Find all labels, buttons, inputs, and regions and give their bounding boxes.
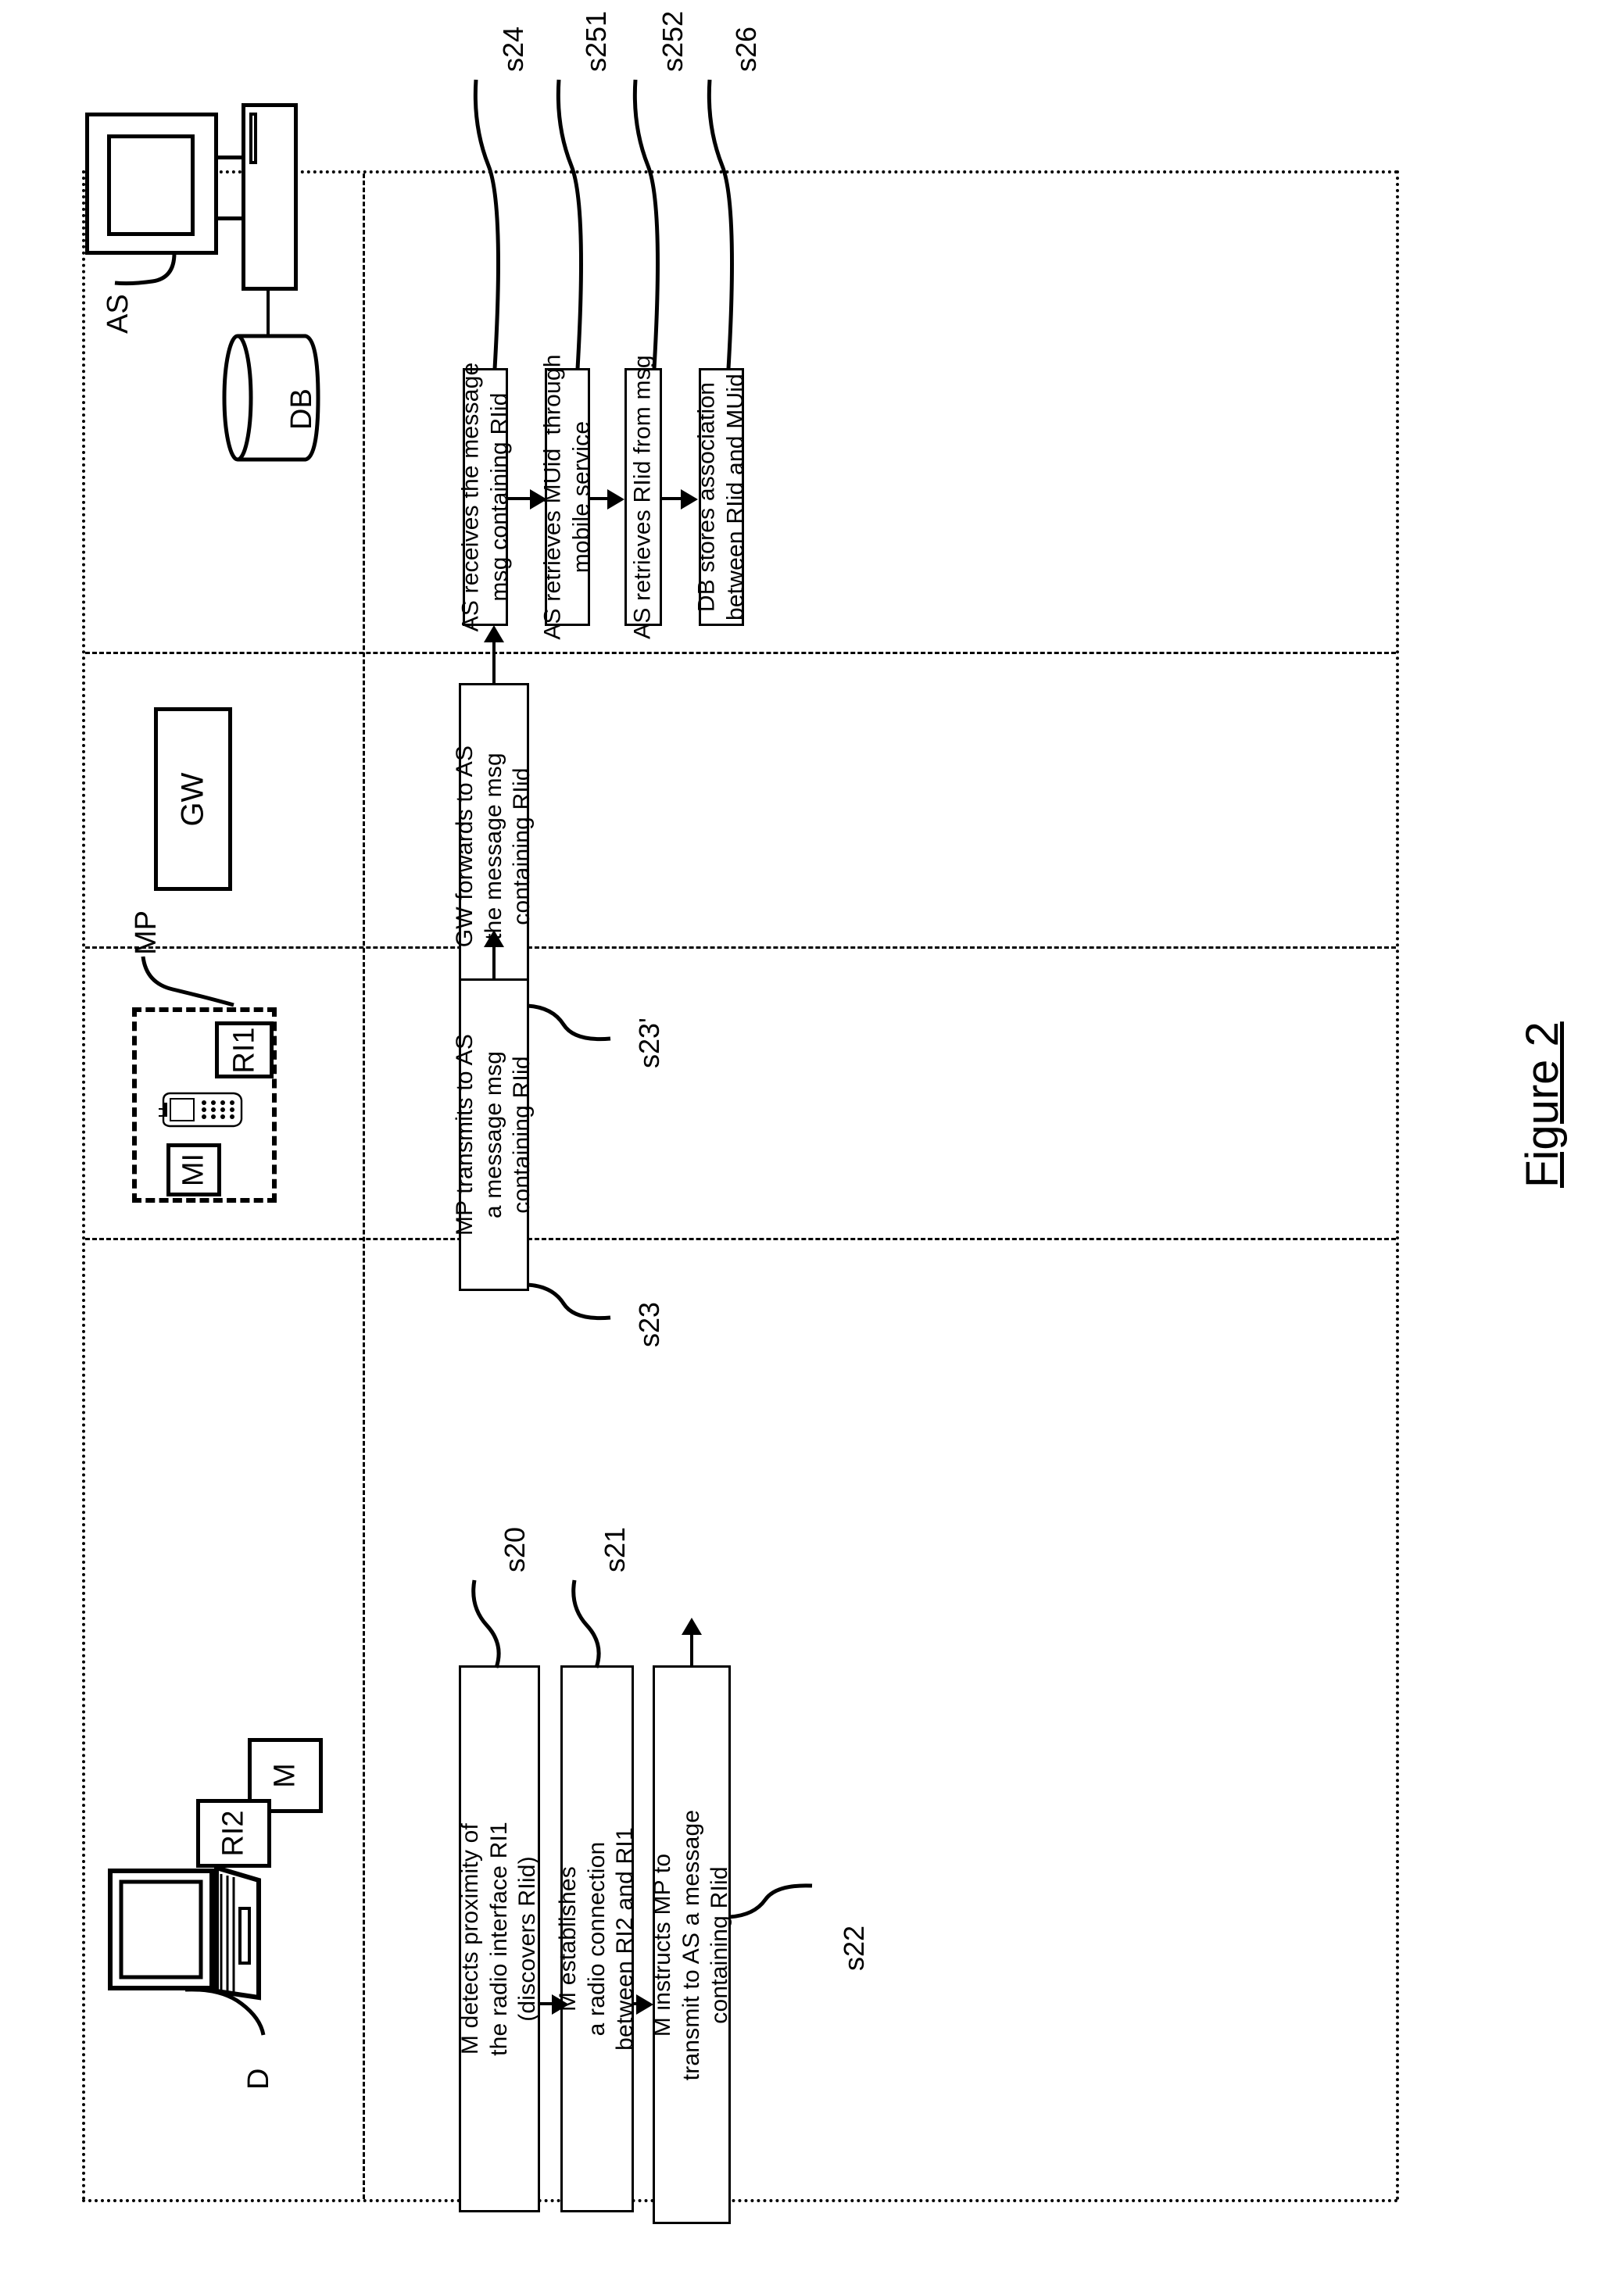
process-box-s21: M establishes a radio connection between…: [555, 1665, 638, 2212]
leader-s24: [471, 79, 518, 370]
column-divider: [363, 173, 365, 2199]
arrow-s22-to-s23-head: [682, 1618, 702, 1635]
process-box-s22-text: M instructs MP to transmit to AS a messa…: [649, 1809, 733, 2080]
process-box-s23: MP transmits to AS a message msg contain…: [452, 978, 535, 1291]
leader-s26: [705, 79, 752, 370]
ri2-label: RI2: [216, 1810, 250, 1857]
ri1-interface-box: RI1: [215, 1021, 274, 1078]
ri1-label: RI1: [227, 1026, 260, 1074]
d-laptop-icon: M RI2 D: [85, 1252, 363, 2090]
leader-s22: [728, 1881, 823, 1936]
gw-label: GW: [175, 772, 210, 826]
ri2-interface-box: RI2: [196, 1799, 271, 1868]
figure-caption: Figure 2: [1517, 1021, 1568, 1188]
process-box-s251-text: AS retrieves MUid through mobile service: [539, 354, 594, 640]
arrow-s251-s252-head: [607, 489, 624, 510]
arrow-s23-to-s23p-head: [484, 930, 504, 947]
ref-label-s252: s252: [657, 10, 689, 72]
monitor-stand: [216, 156, 243, 159]
leader-s251: [554, 79, 601, 370]
leader-s20: [470, 1579, 517, 1670]
ref-label-s23p: s23': [633, 1017, 665, 1068]
ref-label-s22: s22: [838, 1925, 870, 1971]
d-label: D: [242, 2068, 275, 2090]
monitor-screen: [107, 134, 195, 236]
process-box-s22: M instructs MP to transmit to AS a messa…: [649, 1665, 732, 2224]
leader-s23p: [527, 1003, 621, 1059]
arrow-s252-s26-head: [681, 489, 698, 510]
arrow-s24-s251-head: [530, 489, 547, 510]
lane-divider-mp-d: [85, 1238, 1396, 1240]
process-box-s252-text: AS retrieves RIid from msg: [629, 355, 656, 639]
process-box-s20: M detects proximity of the radio interfa…: [457, 1665, 541, 2212]
process-box-s26: DB stores association between RIid and M…: [693, 368, 748, 626]
process-box-s23p-text: GW forwards to AS the message msg contai…: [452, 745, 535, 948]
db-connector-line: [267, 291, 270, 334]
ref-label-s26: s26: [730, 26, 762, 72]
database-cylinder-icon: DB: [202, 330, 339, 467]
arrow-s21-s22-head: [636, 1994, 653, 2015]
process-box-s21-text: M establishes a radio connection between…: [555, 1827, 639, 2051]
mi-module-box: MI: [166, 1143, 221, 1196]
m-label: M: [268, 1763, 302, 1788]
ref-label-s24: s24: [497, 26, 529, 72]
laptop-icon: [102, 1863, 282, 2012]
process-box-s26-text: DB stores association between RIid and M…: [693, 373, 748, 621]
as-workstation-icon: DB AS: [85, 103, 363, 652]
db-label: DB: [285, 388, 318, 430]
figure-frame: DB AS AS receives the message msg contai…: [82, 11, 1399, 2224]
arrow-s251-s252-line: [590, 497, 609, 500]
process-box-s24: AS receives the message msg containing R…: [457, 363, 512, 632]
mp-label: MP: [130, 910, 163, 955]
process-box-s251: AS retrieves MUid through mobile service: [539, 354, 594, 639]
lane-divider-as-gw: [85, 652, 1396, 654]
leader-s252: [631, 79, 678, 370]
mobile-phone-icon: [153, 1088, 259, 1132]
process-box-s24-text: AS receives the message msg containing R…: [457, 362, 512, 632]
tower-drive-slot: [249, 113, 257, 164]
leader-s21: [570, 1579, 617, 1670]
ref-label-s23: s23: [633, 1301, 665, 1347]
mi-label: MI: [177, 1153, 210, 1187]
ref-label-s21: s21: [599, 1526, 631, 1572]
monitor-stand-2: [216, 216, 243, 220]
arrow-s20-s21-head: [552, 1994, 569, 2015]
gw-node-box: GW: [154, 707, 232, 891]
lane-divider-gw-mp: [85, 946, 1396, 949]
as-label: AS: [102, 294, 134, 334]
mp-device-container: RI1 MI: [132, 1007, 277, 1203]
arrow-s23p-to-s24-head: [484, 625, 504, 642]
process-box-s23-text: MP transmits to AS a message msg contain…: [452, 1033, 535, 1236]
leader-s23: [527, 1282, 621, 1338]
ref-label-s20: s20: [499, 1526, 531, 1572]
process-box-s20-text: M detects proximity of the radio interfa…: [457, 1822, 541, 2056]
process-box-s252: AS retrieves RIid from msg: [624, 355, 662, 639]
ref-label-s251: s251: [580, 10, 612, 72]
arrow-s252-s26-line: [662, 497, 682, 500]
